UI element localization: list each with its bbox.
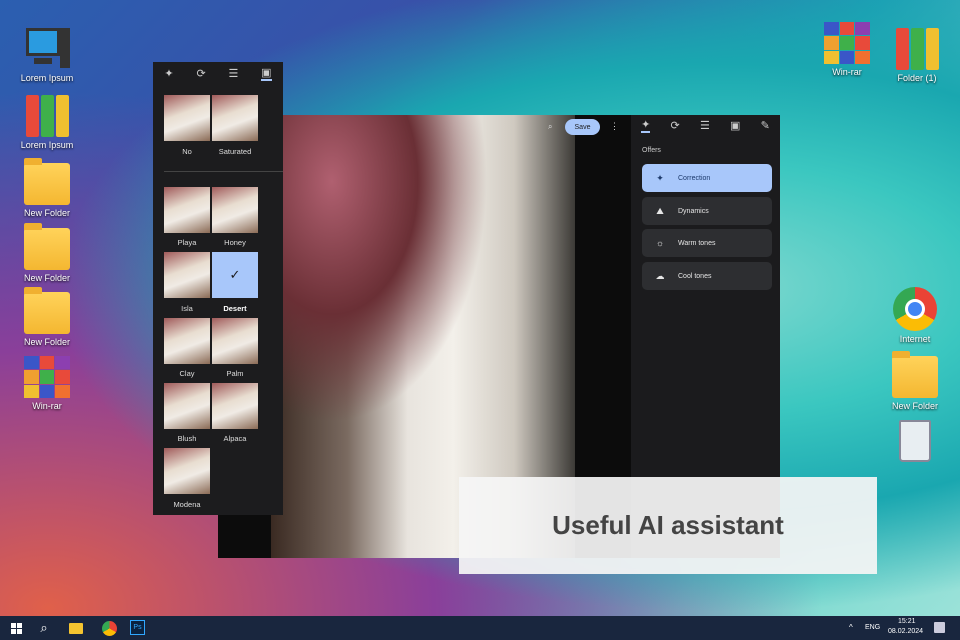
offer-warm-tones[interactable]: ☼ Warm tones: [642, 229, 772, 257]
icon-label: Win-rar: [832, 67, 862, 77]
filter-thumb[interactable]: [212, 187, 258, 233]
filter-label: Saturated: [218, 147, 252, 156]
filter-label: Alpaca: [223, 434, 247, 443]
folder-icon: [892, 351, 938, 398]
filter-panel: ✦ ⟳ ☰ ▣ No Saturated Playa Honey ✓ Isla …: [153, 62, 283, 515]
binders-icon: [894, 28, 940, 70]
desktop-icon-binders[interactable]: Lorem Ipsum: [12, 95, 82, 150]
computer-icon: [24, 28, 70, 70]
offer-dynamics[interactable]: ⛰ Dynamics: [642, 197, 772, 225]
chrome-icon: [893, 287, 937, 331]
windows-start-icon[interactable]: [7, 619, 25, 637]
trash-icon: [899, 420, 931, 462]
filter-icon[interactable]: ▣: [261, 66, 272, 81]
filter-thumb[interactable]: [164, 448, 210, 494]
taskbar: ⌕ Ps ^ ENG 15:21 08.02.2024: [0, 616, 960, 640]
filter-thumb[interactable]: [212, 318, 258, 364]
filter-label: No: [182, 147, 192, 156]
filter-label: Modena: [173, 500, 201, 509]
desktop-icon-winrar[interactable]: Win-rar: [12, 356, 82, 411]
icon-label: Lorem Ipsum: [20, 73, 74, 83]
icon-label: New Folder: [23, 273, 70, 283]
desktop-icon-winrar[interactable]: Win-rar: [812, 22, 882, 77]
filter-label: Honey: [224, 238, 246, 247]
more-icon[interactable]: ⋮: [610, 121, 619, 132]
cloud-icon: ☁: [655, 270, 665, 281]
folder-icon: [24, 287, 70, 334]
desktop-icon-folder[interactable]: New Folder: [880, 351, 950, 411]
filter-thumb-selected[interactable]: ✓: [212, 252, 258, 298]
mountain-icon: ⛰: [656, 205, 664, 216]
icon-label: Internet: [899, 334, 931, 344]
language-indicator[interactable]: ENG: [865, 624, 880, 631]
icon-label: New Folder: [23, 208, 70, 218]
clock-date[interactable]: 08.02.2024: [888, 628, 923, 635]
adjust-icon[interactable]: ☰: [228, 67, 238, 80]
desktop-icon-internet[interactable]: Internet: [880, 287, 950, 344]
file-explorer-icon[interactable]: [67, 619, 85, 637]
chrome-icon[interactable]: [100, 619, 118, 637]
offer-cool-tones[interactable]: ☁ Cool tones: [642, 262, 772, 290]
sparkle-icon: ✦: [656, 172, 664, 183]
offers-title: Offers: [642, 147, 661, 154]
filter-thumb[interactable]: [212, 383, 258, 429]
desktop-icon-computer[interactable]: Lorem Ipsum: [12, 28, 82, 83]
icon-label: New Folder: [23, 337, 70, 347]
filter-thumb[interactable]: [164, 318, 210, 364]
ps-label: Ps: [133, 624, 142, 631]
zoom-icon[interactable]: ⌕: [548, 122, 552, 132]
offer-label: Correction: [678, 174, 711, 182]
sparkle-icon[interactable]: ✦: [164, 67, 173, 80]
adjust-icon[interactable]: ☰: [700, 119, 710, 132]
markup-icon[interactable]: ✎: [761, 119, 770, 132]
desktop-icon-binders[interactable]: Folder (1): [882, 28, 952, 83]
folder-icon: [24, 158, 70, 205]
tray-chevron-icon[interactable]: ^: [849, 623, 853, 632]
filter-label: Palm: [226, 369, 244, 378]
rotate-icon[interactable]: ⟳: [196, 67, 205, 80]
check-icon: ✓: [229, 267, 241, 282]
sun-icon: ☼: [655, 238, 665, 248]
filter-label: Playa: [177, 238, 197, 247]
filter-thumb[interactable]: [164, 187, 210, 233]
offer-label: Warm tones: [678, 239, 716, 247]
filter-label: Desert: [223, 304, 247, 313]
rotate-icon[interactable]: ⟳: [671, 119, 680, 132]
filter-label: Blush: [177, 434, 197, 443]
photoshop-icon[interactable]: Ps: [130, 620, 145, 635]
winrar-icon: [824, 22, 870, 64]
desktop-icon-folder[interactable]: New Folder: [12, 223, 82, 283]
icon-label: New Folder: [891, 401, 938, 411]
notification-icon[interactable]: [934, 622, 945, 633]
filter-thumb[interactable]: [164, 383, 210, 429]
filter-icon[interactable]: ▣: [730, 119, 740, 132]
icon-label: Lorem Ipsum: [20, 140, 74, 150]
divider: [164, 171, 283, 172]
sparkle-icon[interactable]: ✦: [641, 118, 651, 133]
desktop-icon-folder[interactable]: New Folder: [12, 158, 82, 218]
offer-label: Cool tones: [678, 272, 712, 280]
offer-correction[interactable]: ✦ Correction: [642, 164, 772, 192]
caption-banner: Useful AI assistant: [459, 477, 877, 574]
recycle-bin[interactable]: [880, 420, 950, 465]
filter-thumb[interactable]: [164, 252, 210, 298]
search-icon[interactable]: ⌕: [35, 619, 53, 637]
filter-thumb[interactable]: [164, 95, 210, 141]
filter-thumb[interactable]: [212, 95, 258, 141]
filter-label: Isla: [181, 304, 193, 313]
icon-label: Win-rar: [32, 401, 62, 411]
offer-label: Dynamics: [678, 207, 709, 215]
binders-icon: [24, 95, 70, 137]
desktop-icon-folder[interactable]: New Folder: [12, 287, 82, 347]
filter-label: Clay: [179, 369, 195, 378]
save-button[interactable]: Save: [565, 119, 600, 135]
winrar-icon: [24, 356, 70, 398]
folder-icon: [24, 223, 70, 270]
clock-time[interactable]: 15:21: [898, 618, 916, 625]
icon-label: Folder (1): [897, 73, 937, 83]
